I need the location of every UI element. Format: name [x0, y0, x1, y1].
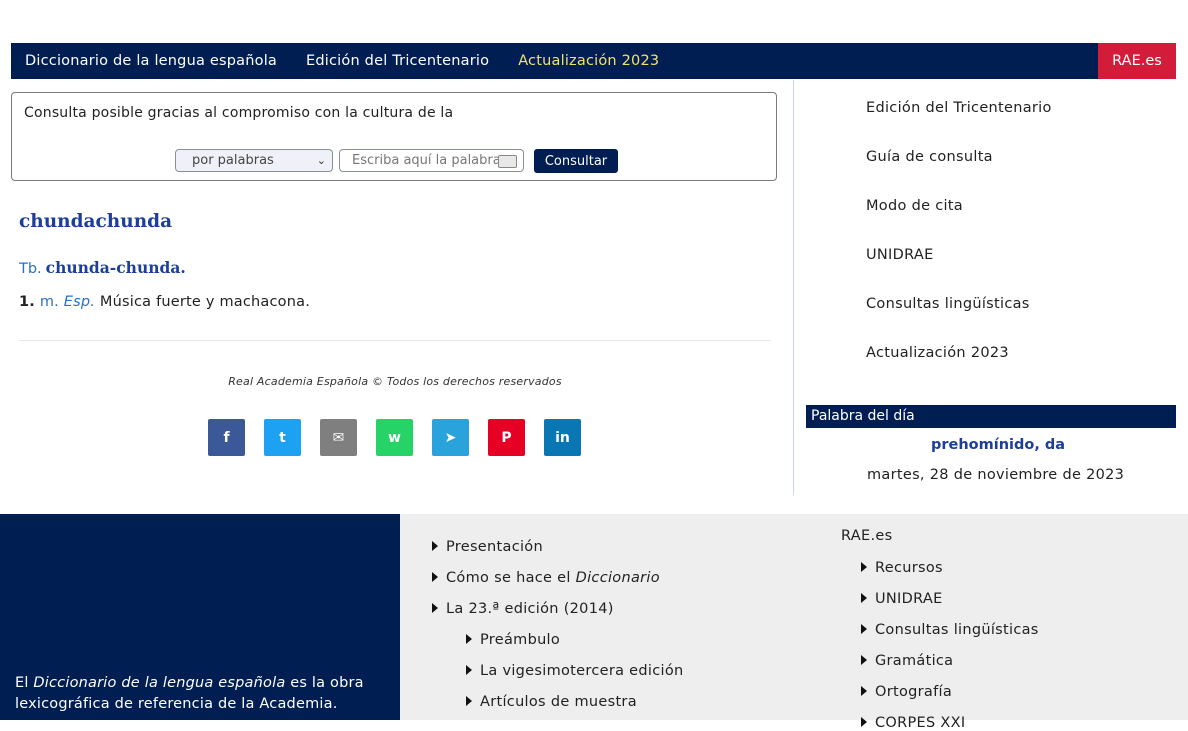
nav-actualizacion[interactable]: Actualización 2023 — [518, 53, 659, 69]
linkedin-share-button[interactable]: in — [544, 419, 581, 456]
content-divider — [19, 340, 771, 341]
email-icon: ✉ — [332, 429, 345, 446]
footer-link-label: Recursos — [875, 560, 943, 576]
sponsor-text: Consulta posible gracias al compromiso c… — [24, 105, 454, 121]
triangle-right-icon — [466, 634, 472, 644]
triangle-right-icon — [861, 686, 867, 696]
entry-definition: 1. m. Esp. Música fuerte y machacona. — [19, 294, 310, 310]
footer-link-ortografia[interactable]: Ortografía — [861, 684, 952, 700]
triangle-right-icon — [861, 655, 867, 665]
share-buttons: f t ✉ w ➤ P in — [208, 419, 581, 456]
word-of-day-link[interactable]: prehomínido, da — [931, 437, 1065, 453]
footer-link-unidrae[interactable]: UNIDRAE — [861, 591, 943, 607]
footer-link-recursos[interactable]: Recursos — [861, 560, 943, 576]
footer-link-presentacion[interactable]: Presentación — [432, 539, 543, 555]
linkedin-icon: in — [555, 429, 570, 446]
variant-form: chunda-chunda. — [45, 258, 186, 277]
sidebar-divider — [793, 80, 794, 495]
sidebar-item-consultas[interactable]: Consultas lingüísticas — [866, 296, 1052, 345]
footer-link-preambulo[interactable]: Preámbulo — [466, 632, 560, 648]
twitter-icon: t — [279, 429, 286, 446]
variant-abbr[interactable]: Tb. — [19, 261, 42, 277]
word-of-day-date: martes, 28 de noviembre de 2023 — [867, 467, 1125, 483]
sidebar-item-unidrae[interactable]: UNIDRAE — [866, 247, 1052, 296]
footer-link-italic: Diccionario — [575, 570, 660, 586]
consult-button[interactable]: Consultar — [534, 149, 618, 173]
triangle-right-icon — [861, 717, 867, 727]
entry-variant: Tb. chunda-chunda. — [19, 258, 186, 277]
telegram-share-button[interactable]: ➤ — [432, 419, 469, 456]
triangle-right-icon — [861, 624, 867, 634]
triangle-right-icon — [466, 696, 472, 706]
definition-number: 1. — [19, 294, 35, 310]
footer-link-label: Ortografía — [875, 684, 953, 700]
whatsapp-icon: w — [388, 429, 401, 446]
keyboard-icon[interactable] — [498, 155, 517, 168]
footer-link-gramatica[interactable]: Gramática — [861, 653, 953, 669]
sidebar-item-tricentenario[interactable]: Edición del Tricentenario — [866, 100, 1052, 149]
telegram-icon: ➤ — [444, 429, 457, 446]
definition-pos[interactable]: m. — [40, 294, 59, 310]
footer-link-label: La vigesimotercera edición — [480, 663, 684, 679]
facebook-share-button[interactable]: f — [208, 419, 245, 456]
search-panel: Consulta posible gracias al compromiso c… — [11, 92, 777, 181]
triangle-right-icon — [432, 572, 438, 582]
footer-link-vigesimo[interactable]: La vigesimotercera edición — [466, 663, 684, 679]
footer-links: Presentación Cómo se hace el Diccionario… — [400, 514, 1188, 731]
nav-diccionario[interactable]: Diccionario de la lengua española — [25, 53, 277, 69]
nav-tricentenario[interactable]: Edición del Tricentenario — [306, 53, 489, 69]
rae-es-button[interactable]: RAE.es — [1098, 43, 1176, 79]
sidebar-item-actualizacion[interactable]: Actualización 2023 — [866, 345, 1052, 394]
triangle-right-icon — [432, 603, 438, 613]
footer-link-como[interactable]: Cómo se hace el Diccionario — [432, 570, 660, 586]
search-mode-value: por palabras — [192, 153, 274, 168]
sidebar-item-cita[interactable]: Modo de cita — [866, 198, 1052, 247]
word-of-day-header: Palabra del día — [806, 405, 1176, 428]
footer-link-label: Gramática — [875, 653, 954, 669]
search-placeholder: Escriba aquí la palabra — [352, 153, 501, 168]
search-mode-select[interactable]: por palabras ⌄ — [175, 149, 333, 172]
chevron-down-icon: ⌄ — [316, 154, 326, 167]
footer-link-label: Artículos de muestra — [480, 694, 637, 710]
definition-region[interactable]: Esp. — [64, 294, 95, 310]
definition-text: Música fuerte y machacona. — [99, 294, 311, 310]
footer-link-label: Cómo se hace el — [446, 570, 576, 586]
blurb-pre: El — [15, 675, 34, 691]
triangle-right-icon — [861, 562, 867, 572]
footer-link-label: Consultas lingüísticas — [875, 622, 1039, 638]
search-input[interactable]: Escriba aquí la palabra — [339, 149, 524, 172]
footer-link-corpes[interactable]: CORPES XXI — [861, 715, 965, 731]
entry-headword: chundachunda — [19, 211, 173, 232]
triangle-right-icon — [466, 665, 472, 675]
sidebar-item-guia[interactable]: Guía de consulta — [866, 149, 1052, 198]
footer-link-consultas[interactable]: Consultas lingüísticas — [861, 622, 1039, 638]
footer-link-label: Presentación — [446, 539, 543, 555]
whatsapp-share-button[interactable]: w — [376, 419, 413, 456]
triangle-right-icon — [432, 541, 438, 551]
blurb-italic: Diccionario de la lengua española — [33, 675, 286, 691]
facebook-icon: f — [223, 429, 230, 446]
email-share-button[interactable]: ✉ — [320, 419, 357, 456]
copyright-text: Real Academia Española © Todos los derec… — [228, 375, 562, 388]
footer-link-articulos[interactable]: Artículos de muestra — [466, 694, 637, 710]
footer-about: El Diccionario de la lengua española es … — [0, 514, 400, 720]
footer-link-label: Preámbulo — [480, 632, 561, 648]
footer-link-label: UNIDRAE — [875, 591, 943, 607]
twitter-share-button[interactable]: t — [264, 419, 301, 456]
footer-link-label: CORPES XXI — [875, 715, 966, 731]
sidebar-menu: Edición del Tricentenario Guía de consul… — [866, 100, 1052, 394]
footer-link-label: La 23.ª edición (2014) — [446, 601, 614, 617]
footer-link-edicion[interactable]: La 23.ª edición (2014) — [432, 601, 614, 617]
top-navbar: Diccionario de la lengua española Edició… — [11, 43, 1176, 79]
footer-rae-title[interactable]: RAE.es — [841, 528, 892, 544]
pinterest-share-button[interactable]: P — [488, 419, 525, 456]
footer-blurb: El Diccionario de la lengua española es … — [15, 673, 385, 715]
triangle-right-icon — [861, 593, 867, 603]
pinterest-icon: P — [501, 429, 512, 446]
